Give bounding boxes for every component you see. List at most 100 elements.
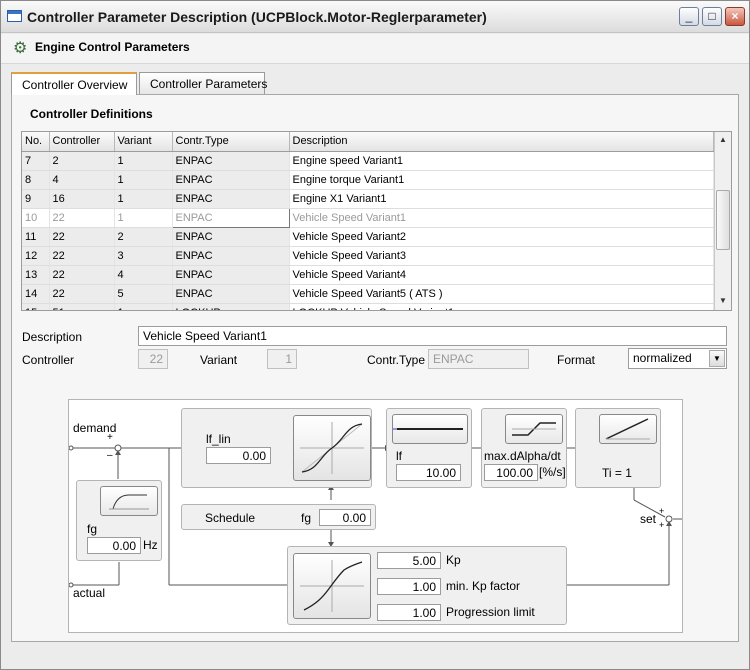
- cell-no: 8: [22, 170, 50, 190]
- controller-label: Controller: [22, 353, 75, 367]
- cell-variant: 5: [114, 284, 173, 304]
- col-variant[interactable]: Variant: [114, 132, 173, 152]
- scroll-up-icon[interactable]: ▲: [716, 133, 730, 147]
- col-description[interactable]: Description: [289, 132, 714, 152]
- table-row[interactable]: 12 22 3 ENPAC Vehicle Speed Variant3: [22, 246, 714, 266]
- scroll-down-icon[interactable]: ▼: [716, 294, 730, 308]
- set-plus-bottom: +: [659, 520, 665, 530]
- cell-no: 9: [22, 189, 50, 209]
- fg-filter-block: fg 0.00 Hz: [76, 480, 162, 561]
- lf-label: lf: [396, 449, 402, 463]
- contr-type-field: ENPAC: [428, 349, 529, 369]
- cell-controller: 16: [49, 189, 115, 209]
- minimize-button[interactable]: _: [679, 7, 699, 26]
- cell-variant: 1: [114, 151, 173, 171]
- cell-controller: 4: [49, 170, 115, 190]
- controller-field: 22: [138, 349, 168, 369]
- definitions-title: Controller Definitions: [30, 107, 153, 121]
- table-row[interactable]: 11 22 2 ENPAC Vehicle Speed Variant2: [22, 227, 714, 247]
- header: ⚙ Engine Control Parameters: [1, 34, 749, 64]
- title-bar: Controller Parameter Description (UCPBlo…: [1, 1, 749, 33]
- format-value: normalized: [633, 351, 692, 365]
- integrator-block: Ti = 1: [575, 408, 661, 488]
- cell-description[interactable]: Engine speed Variant1: [289, 151, 714, 171]
- limit-icon[interactable]: [392, 414, 468, 444]
- format-select[interactable]: normalized ▼: [628, 348, 727, 369]
- progression-label: Progression limit: [446, 605, 535, 619]
- dalpha-label: max.dAlpha/dt: [484, 449, 561, 463]
- kp-curve-icon[interactable]: [293, 553, 371, 619]
- cell-variant: 4: [114, 265, 173, 285]
- rate-limit-icon[interactable]: [505, 414, 563, 444]
- cell-contr-type: ENPAC: [172, 170, 290, 190]
- cell-description[interactable]: Vehicle Speed Variant4: [289, 265, 714, 285]
- table-row[interactable]: 8 4 1 ENPAC Engine torque Variant1: [22, 170, 714, 190]
- cell-description[interactable]: Vehicle Speed Variant1: [289, 208, 714, 228]
- set-plus-top: +: [659, 506, 665, 516]
- min-kp-input[interactable]: 1.00: [377, 578, 441, 595]
- kp-label: Kp: [446, 553, 461, 567]
- cell-contr-type: LOCKUP: [172, 303, 290, 310]
- cell-variant: 2: [114, 227, 173, 247]
- cell-variant: 1: [114, 303, 173, 310]
- cell-controller: 2: [49, 151, 115, 171]
- cell-variant: 1: [114, 170, 173, 190]
- fg-unit: Hz: [143, 538, 158, 552]
- cell-contr-type: ENPAC: [172, 189, 290, 209]
- variant-field: 1: [267, 349, 297, 369]
- cell-controller: 22: [49, 284, 115, 304]
- cell-description[interactable]: Vehicle Speed Variant2: [289, 227, 714, 247]
- col-no[interactable]: No.: [22, 132, 50, 152]
- integrator-icon[interactable]: [599, 414, 657, 444]
- tab-controller-overview[interactable]: Controller Overview: [11, 72, 137, 95]
- cell-description[interactable]: Engine torque Variant1: [289, 170, 714, 190]
- dalpha-input[interactable]: 100.00: [484, 464, 538, 481]
- kp-input[interactable]: 5.00: [377, 552, 441, 569]
- curve-icon[interactable]: [293, 415, 371, 481]
- description-field[interactable]: Vehicle Speed Variant1: [138, 326, 727, 346]
- kp-block: 5.00 Kp 1.00 min. Kp factor 1.00 Progres…: [287, 546, 567, 625]
- cell-contr-type: ENPAC: [172, 265, 290, 285]
- progression-input[interactable]: 1.00: [377, 604, 441, 621]
- dalpha-unit: [%/s]: [539, 465, 566, 479]
- lowpass-icon[interactable]: [100, 486, 158, 516]
- scroll-thumb[interactable]: [716, 190, 730, 250]
- cell-contr-type: ENPAC: [172, 246, 290, 266]
- cell-description[interactable]: Engine X1 Variant1: [289, 189, 714, 209]
- cell-variant: 1: [114, 208, 173, 228]
- schedule-fg-input[interactable]: 0.00: [319, 509, 371, 526]
- contr-type-label: Contr.Type: [367, 353, 426, 367]
- col-controller[interactable]: Controller: [49, 132, 115, 152]
- cell-no: 15: [22, 303, 50, 310]
- table-row[interactable]: 14 22 5 ENPAC Vehicle Speed Variant5 ( A…: [22, 284, 714, 304]
- lf-lin-label: lf_lin: [206, 432, 231, 446]
- table-row[interactable]: 7 2 1 ENPAC Engine speed Variant1: [22, 151, 714, 171]
- chevron-down-icon[interactable]: ▼: [709, 350, 725, 367]
- cell-contr-type: ENPAC: [171, 207, 290, 228]
- lf-lin-block: lf_lin 0.00: [181, 408, 372, 488]
- table-row-selected[interactable]: 10 22 1 ENPAC Vehicle Speed Variant1: [22, 207, 714, 228]
- lf-lin-input[interactable]: 0.00: [206, 447, 271, 464]
- table-scrollbar[interactable]: ▲ ▼: [714, 132, 731, 310]
- lf-block: lf 10.00: [386, 408, 472, 488]
- cell-description[interactable]: Vehicle Speed Variant3: [289, 246, 714, 266]
- fg-input[interactable]: 0.00: [87, 537, 141, 554]
- header-title: Engine Control Parameters: [35, 40, 190, 54]
- tab-controller-parameters[interactable]: Controller Parameters: [139, 72, 267, 94]
- variant-label: Variant: [200, 353, 238, 367]
- definitions-table[interactable]: No. Controller Variant Contr.Type Descri…: [21, 131, 732, 311]
- actual-label: actual: [73, 586, 106, 600]
- table-row[interactable]: 9 16 1 ENPAC Engine X1 Variant1: [22, 189, 714, 209]
- minus-sign: –: [107, 450, 113, 461]
- window-title: Controller Parameter Description (UCPBlo…: [27, 9, 487, 25]
- set-label: set: [640, 512, 657, 526]
- table-row[interactable]: 13 22 4 ENPAC Vehicle Speed Variant4: [22, 265, 714, 285]
- table-row[interactable]: 15 51 1 LOCKUP LOCKUP Vehicle Speed Vari…: [22, 303, 714, 310]
- col-contr-type[interactable]: Contr.Type: [172, 132, 290, 152]
- control-diagram: demand + – actual fg 0.00 Hz lf_lin 0.00…: [68, 399, 683, 633]
- lf-input[interactable]: 10.00: [396, 464, 461, 481]
- cell-description[interactable]: Vehicle Speed Variant5 ( ATS ): [289, 284, 714, 304]
- close-button[interactable]: ×: [725, 7, 745, 26]
- cell-description[interactable]: LOCKUP Vehicle Speed Variant1: [289, 303, 714, 310]
- maximize-button[interactable]: □: [702, 7, 722, 26]
